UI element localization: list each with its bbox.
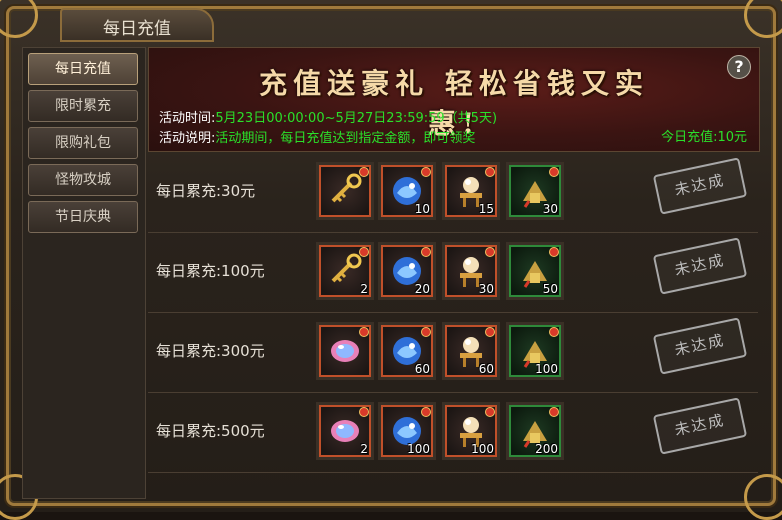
reward-item-slot[interactable]: 60 (442, 322, 500, 380)
reward-item-slot[interactable]: 50 (506, 242, 564, 300)
reward-item-slot[interactable]: 100 (442, 402, 500, 460)
rarity-badge-icon (485, 247, 495, 257)
item-quantity: 100 (407, 442, 430, 456)
item-quantity: 10 (414, 202, 430, 216)
claim-status-stamp[interactable]: 未达成 (652, 237, 748, 295)
item-quantity: 200 (535, 442, 558, 456)
reward-item-slot[interactable]: 60 (378, 322, 436, 380)
item-quantity: 30 (542, 202, 558, 216)
reward-row: 每日累充:500元 2 100 100 200 未达成 (148, 392, 758, 473)
reward-item-slot[interactable]: 20 (378, 242, 436, 300)
rarity-badge-icon (421, 327, 431, 337)
event-desc-label: 活动说明: (159, 131, 216, 146)
reward-item-slot[interactable]: 30 (506, 162, 564, 220)
reward-item-slot[interactable] (316, 322, 374, 380)
rarity-badge-icon (421, 407, 431, 417)
reward-tier-label: 每日累充:300元 (156, 342, 265, 360)
item-quantity: 100 (535, 362, 558, 376)
item-quantity: 20 (414, 282, 430, 296)
event-time-label: 活动时间: (159, 111, 216, 126)
rarity-badge-icon (485, 167, 495, 177)
reward-row: 每日累充:300元 60 60 100 未达成 (148, 312, 758, 393)
rarity-badge-icon (359, 407, 369, 417)
rarity-badge-icon (549, 327, 559, 337)
reward-item-slot[interactable]: 15 (442, 162, 500, 220)
reward-item-slot[interactable]: 100 (378, 402, 436, 460)
item-quantity: 60 (478, 362, 494, 376)
rainbow-gem-icon (331, 420, 359, 442)
window-title: 每日充值 (103, 19, 171, 39)
item-quantity: 60 (414, 362, 430, 376)
item-quantity: 2 (360, 282, 368, 296)
window-title-tab: 每日充值 (60, 8, 214, 42)
item-quantity: 50 (542, 282, 558, 296)
claim-status-stamp[interactable]: 未达成 (652, 157, 748, 215)
rarity-badge-icon (549, 167, 559, 177)
rarity-badge-icon (549, 247, 559, 257)
reward-item-slot[interactable]: 2 (316, 242, 374, 300)
event-window: 每日充值 每日充值 限时累充 限购礼包 怪物攻城 节日庆典 充值送豪礼 轻松省钱… (0, 0, 782, 520)
claim-status-stamp[interactable]: 未达成 (652, 317, 748, 375)
rarity-badge-icon (549, 407, 559, 417)
reward-row: 每日累充:100元 2 20 30 50 未达成 (148, 232, 758, 313)
sidebar-item-daily-recharge[interactable]: 每日充值 (28, 53, 138, 85)
corner-ornament (744, 474, 782, 520)
event-banner: 充值送豪礼 轻松省钱又实惠! ? 活动时间:5月23日00:00:00~5月27… (148, 47, 760, 152)
reward-tier-label: 每日累充:100元 (156, 262, 265, 280)
reward-tier-label: 每日累充:500元 (156, 422, 265, 440)
event-time-line: 活动时间:5月23日00:00:00~5月27日23:59:59（共5天) (159, 107, 497, 126)
item-quantity: 100 (471, 442, 494, 456)
reward-item-slot[interactable] (316, 162, 374, 220)
sidebar: 每日充值 限时累充 限购礼包 怪物攻城 节日庆典 (22, 47, 146, 499)
rarity-badge-icon (359, 167, 369, 177)
reward-item-slot[interactable]: 200 (506, 402, 564, 460)
rarity-badge-icon (485, 327, 495, 337)
item-quantity: 15 (478, 202, 494, 216)
reward-row: 每日累充:30元 10 15 30 未达成 (148, 152, 758, 233)
item-quantity: 30 (478, 282, 494, 296)
sidebar-item-limited-pack[interactable]: 限购礼包 (28, 127, 138, 159)
sidebar-item-limited-cumulative[interactable]: 限时累充 (28, 90, 138, 122)
rarity-badge-icon (421, 247, 431, 257)
sidebar-item-festival[interactable]: 节日庆典 (28, 201, 138, 233)
reward-item-slot[interactable]: 100 (506, 322, 564, 380)
reward-item-slot[interactable]: 2 (316, 402, 374, 460)
help-icon[interactable]: ? (727, 55, 751, 79)
rarity-badge-icon (359, 247, 369, 257)
sidebar-item-monster-siege[interactable]: 怪物攻城 (28, 164, 138, 196)
corner-ornament (744, 0, 782, 38)
claim-status-stamp[interactable]: 未达成 (652, 397, 748, 455)
event-desc-line: 活动说明:活动期间，每日充值达到指定金额，即可领奖 (159, 127, 475, 146)
reward-tier-label: 每日累充:30元 (156, 182, 256, 200)
reward-item-slot[interactable]: 10 (378, 162, 436, 220)
golden-key-icon (331, 173, 362, 203)
rarity-badge-icon (359, 327, 369, 337)
today-recharge: 今日充值:10元 (661, 130, 747, 145)
reward-item-slot[interactable]: 30 (442, 242, 500, 300)
item-quantity: 2 (360, 442, 368, 456)
rarity-badge-icon (421, 167, 431, 177)
rarity-badge-icon (485, 407, 495, 417)
rainbow-gem-icon (331, 340, 359, 362)
event-time-value: 5月23日00:00:00~5月27日23:59:59（共5天) (215, 111, 498, 126)
corner-ornament (0, 0, 38, 38)
event-desc-value: 活动期间，每日充值达到指定金额，即可领奖 (215, 131, 476, 146)
golden-key-icon (331, 253, 362, 283)
